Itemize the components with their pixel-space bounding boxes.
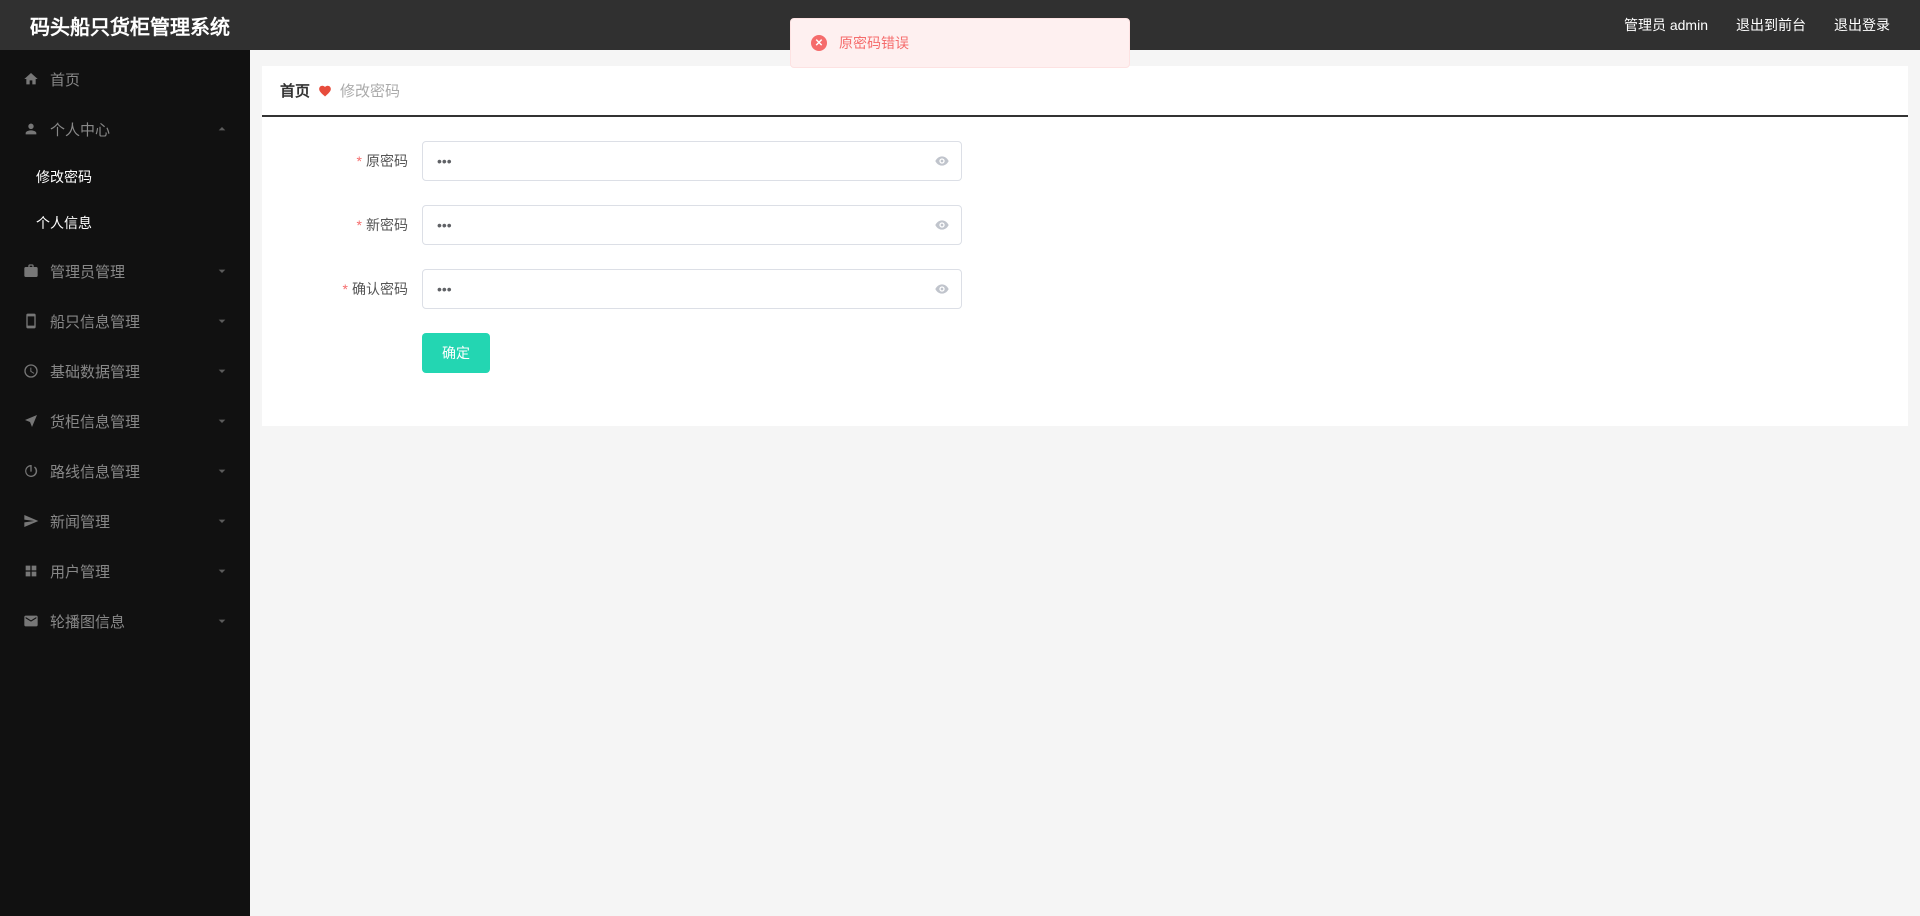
header-actions: 管理员 admin 退出到前台 退出登录: [1624, 15, 1890, 35]
chevron-down-icon: [214, 263, 230, 279]
sidebar-item-label: 轮播图信息: [50, 611, 125, 632]
chevron-down-icon: [214, 363, 230, 379]
password-form: *原密码 *新密码 *确认密码: [262, 141, 1908, 403]
sidebar-item-label: 管理员管理: [50, 261, 125, 282]
chevron-down-icon: [214, 413, 230, 429]
chevron-down-icon: [214, 613, 230, 629]
home-icon: [22, 70, 40, 88]
exit-front-button[interactable]: 退出到前台: [1736, 15, 1806, 35]
chevron-down-icon: [214, 563, 230, 579]
breadcrumb-home[interactable]: 首页: [280, 80, 310, 101]
sidebar-item-label: 用户管理: [50, 561, 110, 582]
chevron-down-icon: [214, 463, 230, 479]
error-icon: ✕: [811, 35, 827, 51]
confirm-password-label: *确认密码: [302, 279, 422, 299]
sidebar: 首页 个人中心 修改密码 个人信息 管理员管理 船只信息管理 基础数据管理 货柜…: [0, 50, 250, 916]
sidebar-item-label: 个人中心: [50, 119, 110, 140]
sidebar-item-route[interactable]: 路线信息管理: [0, 446, 250, 496]
user-label[interactable]: 管理员 admin: [1624, 15, 1708, 35]
old-password-input[interactable]: [422, 141, 962, 181]
form-row-confirm-password: *确认密码: [302, 269, 1868, 309]
sidebar-item-label: 新闻管理: [50, 511, 110, 532]
main-content: 首页 修改密码 *原密码 *新密码 *确认密码: [250, 50, 1920, 916]
sidebar-item-change-password[interactable]: 修改密码: [0, 154, 250, 200]
chevron-down-icon: [214, 313, 230, 329]
submit-button[interactable]: 确定: [422, 333, 490, 373]
sidebar-item-label: 货柜信息管理: [50, 411, 140, 432]
sidebar-item-user[interactable]: 用户管理: [0, 546, 250, 596]
error-text: 原密码错误: [839, 33, 909, 53]
old-password-label: *原密码: [302, 151, 422, 171]
breadcrumb: 首页 修改密码: [262, 66, 1908, 117]
app-title: 码头船只货柜管理系统: [30, 11, 230, 40]
eye-icon[interactable]: [934, 281, 950, 297]
sidebar-item-label: 修改密码: [36, 167, 92, 187]
chevron-down-icon: [214, 513, 230, 529]
phone-icon: [22, 312, 40, 330]
eye-icon[interactable]: [934, 217, 950, 233]
location-icon: [22, 412, 40, 430]
sidebar-item-label: 个人信息: [36, 213, 92, 233]
sidebar-item-basedata[interactable]: 基础数据管理: [0, 346, 250, 396]
grid-icon: [22, 562, 40, 580]
new-password-label: *新密码: [302, 215, 422, 235]
form-row-new-password: *新密码: [302, 205, 1868, 245]
heart-icon: [318, 84, 332, 98]
eye-icon[interactable]: [934, 153, 950, 169]
sidebar-item-admin[interactable]: 管理员管理: [0, 246, 250, 296]
content-card: 首页 修改密码 *原密码 *新密码 *确认密码: [262, 66, 1908, 426]
new-password-input[interactable]: [422, 205, 962, 245]
sidebar-item-label: 路线信息管理: [50, 461, 140, 482]
sidebar-item-ship[interactable]: 船只信息管理: [0, 296, 250, 346]
breadcrumb-current: 修改密码: [340, 80, 400, 101]
sidebar-item-personal-info[interactable]: 个人信息: [0, 200, 250, 246]
error-notification: ✕ 原密码错误: [790, 18, 1130, 68]
clock-icon: [22, 362, 40, 380]
sidebar-item-carousel[interactable]: 轮播图信息: [0, 596, 250, 646]
form-row-old-password: *原密码: [302, 141, 1868, 181]
send-icon: [22, 512, 40, 530]
mail-icon: [22, 612, 40, 630]
chevron-up-icon: [214, 121, 230, 137]
sidebar-item-container[interactable]: 货柜信息管理: [0, 396, 250, 446]
sidebar-item-label: 基础数据管理: [50, 361, 140, 382]
person-icon: [22, 120, 40, 138]
form-actions: 确定: [302, 333, 1868, 373]
power-icon: [22, 462, 40, 480]
sidebar-item-home[interactable]: 首页: [0, 54, 250, 104]
sidebar-item-personal[interactable]: 个人中心: [0, 104, 250, 154]
sidebar-item-label: 船只信息管理: [50, 311, 140, 332]
briefcase-icon: [22, 262, 40, 280]
sidebar-item-news[interactable]: 新闻管理: [0, 496, 250, 546]
confirm-password-input[interactable]: [422, 269, 962, 309]
logout-button[interactable]: 退出登录: [1834, 15, 1890, 35]
sidebar-item-label: 首页: [50, 69, 80, 90]
